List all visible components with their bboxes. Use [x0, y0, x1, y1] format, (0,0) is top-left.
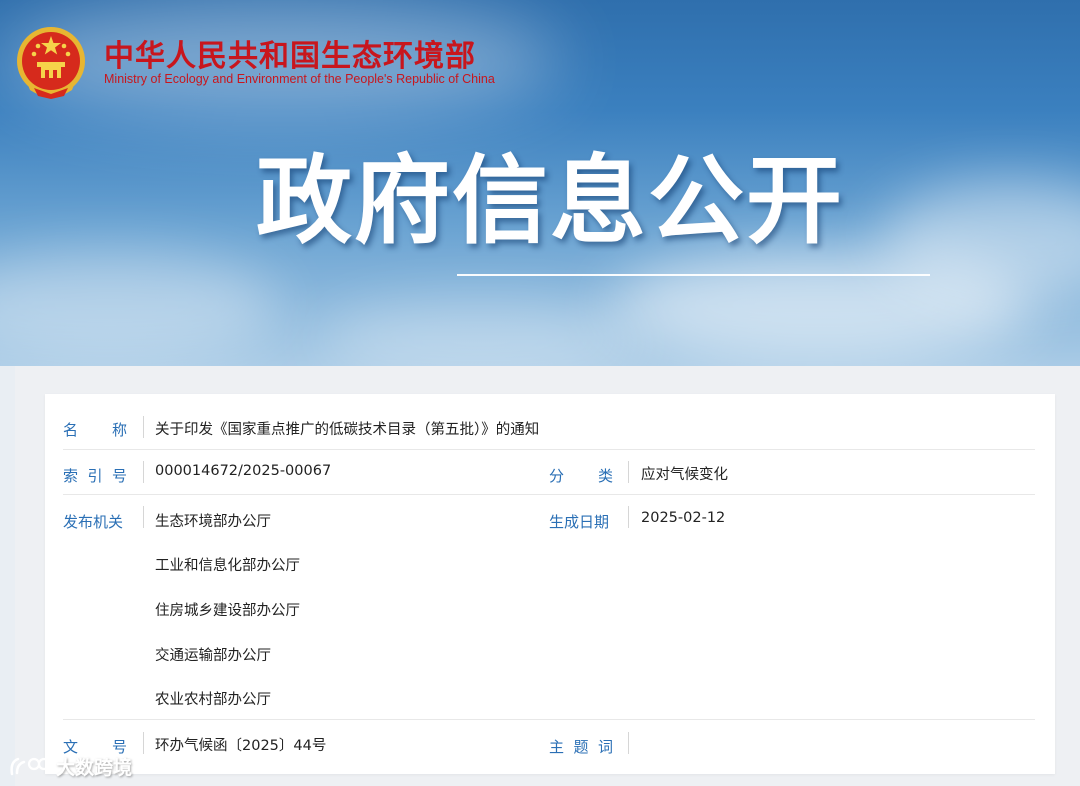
- index-label: 索引号: [63, 467, 127, 485]
- divider: [628, 732, 629, 754]
- issuer-item: 工业和信息化部办公厅: [155, 558, 300, 574]
- info-row-issuer: 发布机关 生态环境部办公厅 工业和信息化部办公厅 住房城乡建设部办公厅 交通运输…: [63, 495, 1035, 720]
- keywords-label: 主题词: [549, 738, 613, 756]
- divider: [628, 506, 629, 528]
- cloud-decoration: [320, 300, 640, 366]
- org-name-en[interactable]: Ministry of Ecology and Environment of t…: [104, 72, 495, 86]
- name-label: 名称: [63, 421, 127, 439]
- issuer-item: 生态环境部办公厅: [155, 514, 271, 530]
- date-label: 生成日期: [549, 513, 610, 531]
- divider: [628, 461, 629, 483]
- cloud-decoration: [0, 250, 280, 360]
- index-value: 000014672/2025-00067: [155, 463, 332, 479]
- divider: [143, 732, 144, 754]
- issuer-label: 发布机关: [63, 513, 124, 531]
- watermark-text: 大数跨境: [56, 756, 133, 779]
- info-row-name: 名称 关于印发《国家重点推广的低碳技术目录（第五批）》的通知: [63, 405, 1035, 450]
- issuer-item: 农业农村部办公厅: [155, 692, 271, 708]
- name-value: 关于印发《国家重点推广的低碳技术目录（第五批）》的通知: [155, 422, 540, 438]
- header-banner: 中华人民共和国生态环境部 Ministry of Ecology and Env…: [0, 0, 1080, 366]
- national-emblem-icon[interactable]: [14, 24, 88, 100]
- watermark-logo-icon: [10, 757, 50, 776]
- divider: [143, 416, 144, 438]
- divider: [143, 506, 144, 528]
- banner-underline: [457, 274, 930, 276]
- banner-title: 政府信息公开: [256, 145, 844, 257]
- watermark: 大数跨境: [8, 752, 132, 780]
- divider: [143, 461, 144, 483]
- issuer-item: 交通运输部办公厅: [155, 648, 271, 664]
- info-row-index: 索引号 000014672/2025-00067 分类 应对气候变化: [63, 450, 1035, 495]
- info-row-docno: 文号 环办气候函〔2025〕44号 主题词: [63, 720, 1035, 768]
- docno-value: 环办气候函〔2025〕44号: [155, 738, 327, 754]
- issuer-item: 住房城乡建设部办公厅: [155, 603, 300, 619]
- org-name-cn[interactable]: 中华人民共和国生态环境部: [104, 31, 476, 75]
- category-label: 分类: [549, 467, 613, 485]
- date-value: 2025-02-12: [641, 510, 726, 526]
- category-value: 应对气候变化: [641, 467, 728, 483]
